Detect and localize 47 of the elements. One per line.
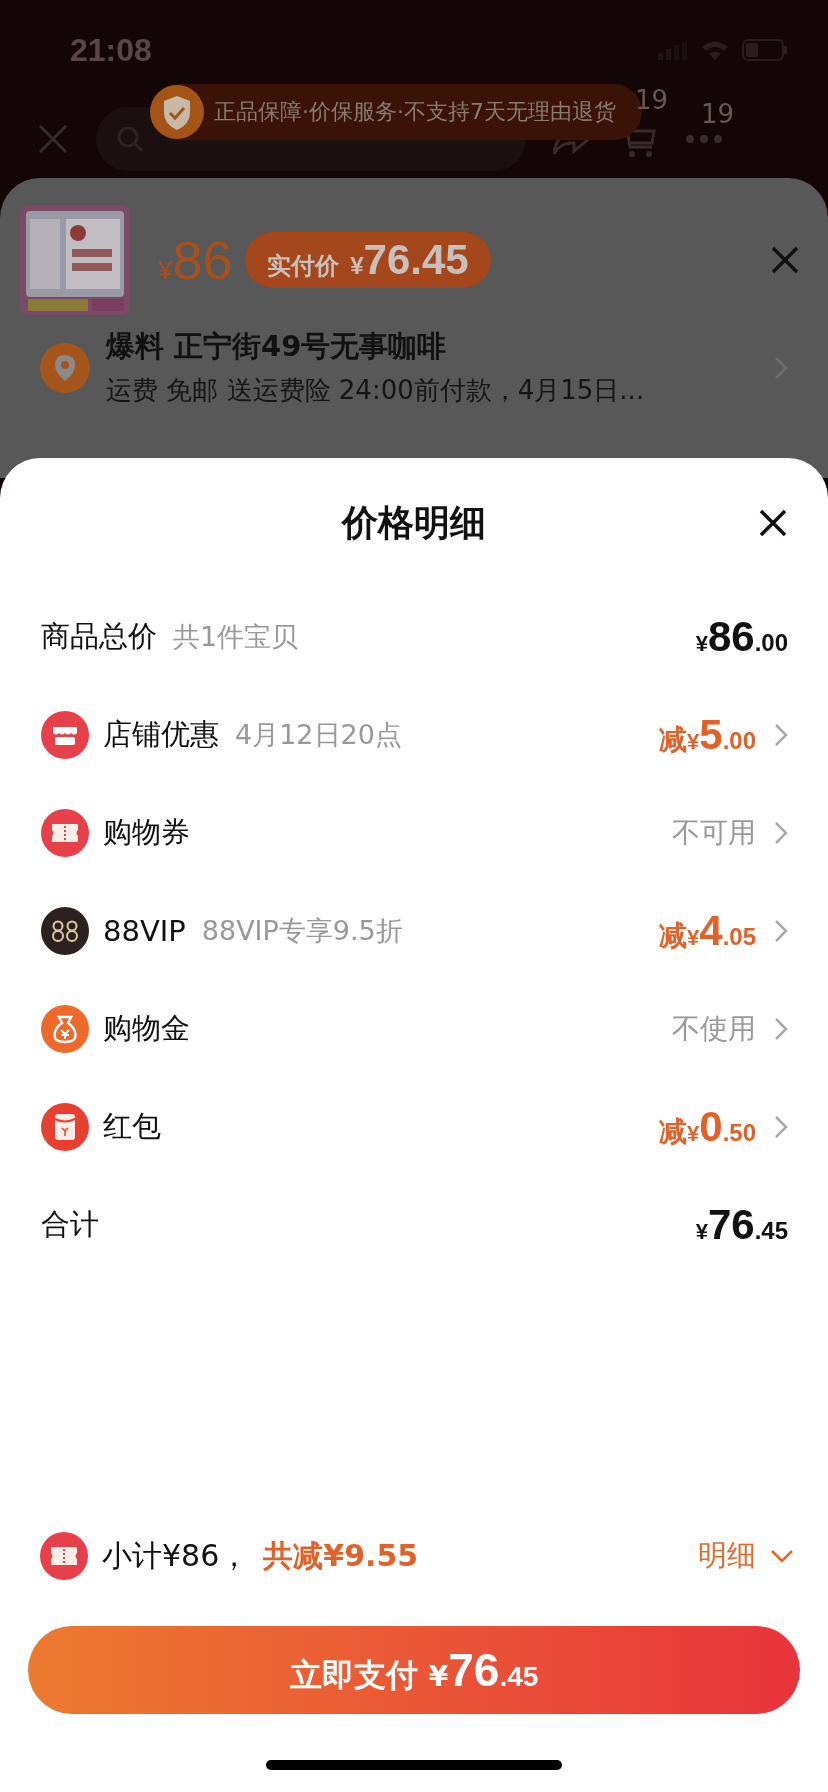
row-note: 88VIP专享9.5折 bbox=[201, 914, 403, 948]
amount-value: 减¥4.05 bbox=[659, 907, 756, 955]
saved-amount: 共减¥9.55 bbox=[263, 1536, 419, 1575]
close-icon[interactable] bbox=[758, 508, 788, 538]
cart-count: 19 bbox=[634, 85, 668, 115]
address-title: 爆料 正宁街49号无事咖啡 bbox=[106, 328, 448, 365]
chevron-right-icon[interactable] bbox=[774, 1017, 788, 1041]
row-label: 购物券 bbox=[103, 814, 190, 851]
amount-value: ¥76.45 bbox=[695, 1201, 788, 1249]
chevron-right-icon[interactable] bbox=[774, 1115, 788, 1139]
row-label: 合计 bbox=[41, 1206, 99, 1243]
ticket-icon bbox=[40, 1532, 88, 1580]
row-label: 购物金 bbox=[103, 1010, 190, 1047]
details-toggle[interactable]: 明细 bbox=[698, 1536, 794, 1576]
money-bag-icon bbox=[41, 1005, 89, 1053]
more-icon[interactable] bbox=[684, 133, 724, 145]
ticket-icon bbox=[41, 809, 89, 857]
row-label: 店铺优惠 bbox=[103, 716, 219, 753]
status-text: 不可用 bbox=[672, 815, 756, 851]
shop-icon bbox=[41, 711, 89, 759]
wifi-icon bbox=[700, 39, 730, 61]
row-label: 88VIP bbox=[103, 914, 186, 948]
envelope-icon bbox=[41, 1103, 89, 1151]
chevron-right-icon[interactable] bbox=[774, 821, 788, 845]
toast-text: 正品保障·价保服务·不支持7天无理由退货 bbox=[214, 98, 616, 126]
actual-price-tag: 实付价 ¥76.45 bbox=[244, 232, 491, 288]
subtotal-text: 小计¥86， bbox=[102, 1536, 250, 1575]
chevron-right-icon[interactable] bbox=[774, 919, 788, 943]
eighty-eight-icon bbox=[41, 907, 89, 955]
sheet-title: 价格明细 bbox=[342, 500, 486, 545]
amount-value: ¥86.00 bbox=[695, 613, 788, 661]
pay-now-button[interactable]: 立即支付 ¥76.45 bbox=[28, 1626, 800, 1714]
chevron-down-icon bbox=[770, 1549, 794, 1563]
status-time: 21:08 bbox=[70, 31, 152, 69]
chevron-right-icon[interactable] bbox=[774, 723, 788, 747]
row-label: 商品总价 bbox=[41, 618, 157, 655]
product-price: ¥86 bbox=[158, 229, 233, 291]
row-note: 共1件宝贝 bbox=[173, 620, 299, 654]
amount-value: 减¥5.00 bbox=[659, 711, 756, 759]
amount-value: 减¥0.50 bbox=[659, 1103, 756, 1151]
status-text: 不使用 bbox=[672, 1011, 756, 1047]
shield-check-icon bbox=[150, 85, 204, 139]
row-note: 4月12日20点 bbox=[235, 718, 402, 752]
more-count: 19 bbox=[700, 99, 734, 129]
row-label: 红包 bbox=[103, 1108, 161, 1145]
location-pin-icon bbox=[40, 342, 90, 393]
delivery-detail: 运费 免邮 送运费险 24:00前付款，4月15日... bbox=[106, 374, 645, 407]
